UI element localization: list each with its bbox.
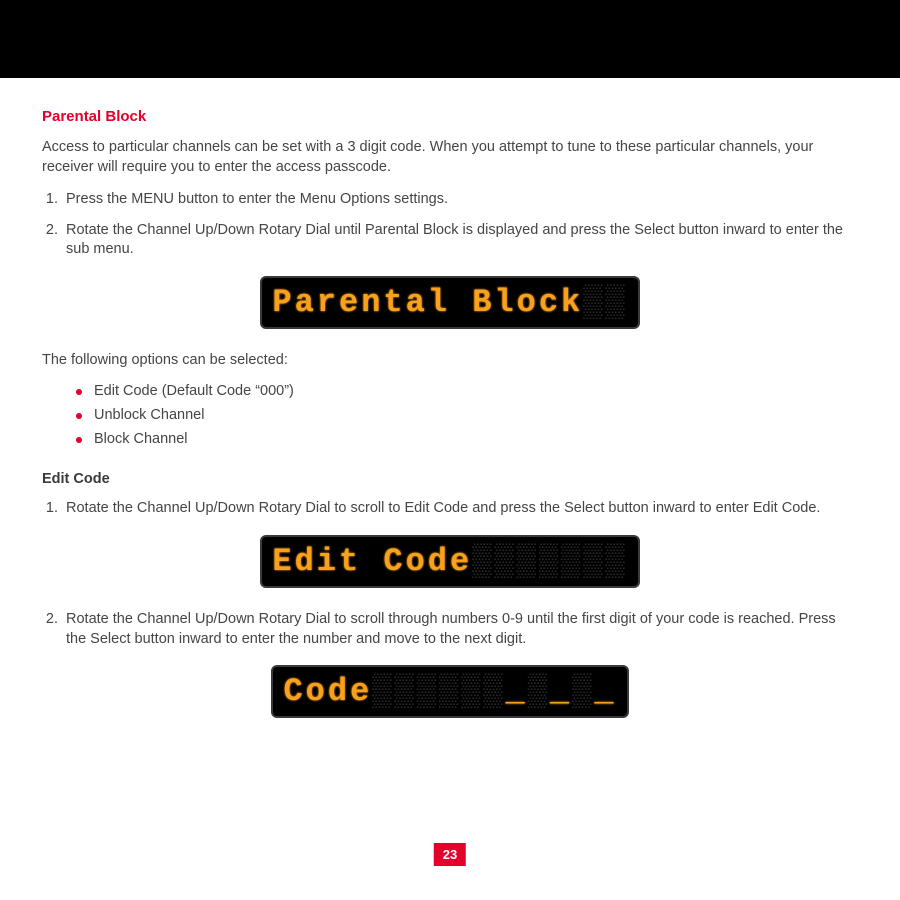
steps-list-b-cont: Rotate the Channel Up/Down Rotary Dial t… <box>42 610 858 649</box>
lcd3-cursor-3: _ <box>594 673 616 710</box>
lcd1-text: Parental Block <box>272 284 583 321</box>
black-header-bar <box>0 0 900 78</box>
lcd-display-3: Code▒▒▒▒▒▒_▒_▒_ <box>271 665 628 718</box>
step-a-1: Press the MENU button to enter the Menu … <box>62 190 858 210</box>
intro-paragraph: Access to particular channels can be set… <box>42 138 858 177</box>
step-a-2: Rotate the Channel Up/Down Rotary Dial u… <box>62 221 858 260</box>
lcd3-cursor-1: _ <box>506 673 528 710</box>
lcd3-gap1: ▒▒▒▒▒▒ <box>372 673 505 710</box>
option-unblock-channel: Unblock Channel <box>76 407 858 423</box>
lcd-display-2: Edit Code▒▒▒▒▒▒▒ <box>260 535 639 588</box>
lcd3-gap3: ▒ <box>572 673 594 710</box>
lcd1-padding: ▒▒ <box>583 284 627 321</box>
section-title: Parental Block <box>42 108 858 125</box>
option-edit-code: Edit Code (Default Code “000”) <box>76 383 858 399</box>
lcd-display-2-wrap: Edit Code▒▒▒▒▒▒▒ <box>42 535 858 588</box>
lcd3-cursor-2: _ <box>550 673 572 710</box>
lcd3-gap2: ▒ <box>528 673 550 710</box>
lcd-display-1: Parental Block▒▒ <box>260 276 639 329</box>
steps-list-b: Rotate the Channel Up/Down Rotary Dial t… <box>42 499 858 519</box>
steps-list-a: Press the MENU button to enter the Menu … <box>42 190 858 260</box>
step-b-2: Rotate the Channel Up/Down Rotary Dial t… <box>62 610 858 649</box>
lcd-display-3-wrap: Code▒▒▒▒▒▒_▒_▒_ <box>42 665 858 718</box>
lcd2-text: Edit Code <box>272 543 472 580</box>
options-lead: The following options can be selected: <box>42 351 858 371</box>
page-content: Parental Block Access to particular chan… <box>0 78 900 718</box>
option-block-channel: Block Channel <box>76 431 858 447</box>
lcd2-padding: ▒▒▒▒▒▒▒ <box>472 543 627 580</box>
lcd-display-1-wrap: Parental Block▒▒ <box>42 276 858 329</box>
lcd3-label: Code <box>283 673 372 710</box>
page-number-badge: 23 <box>434 843 466 866</box>
edit-code-heading: Edit Code <box>42 471 858 487</box>
options-list: Edit Code (Default Code “000”) Unblock C… <box>42 383 858 447</box>
step-b-1: Rotate the Channel Up/Down Rotary Dial t… <box>62 499 858 519</box>
